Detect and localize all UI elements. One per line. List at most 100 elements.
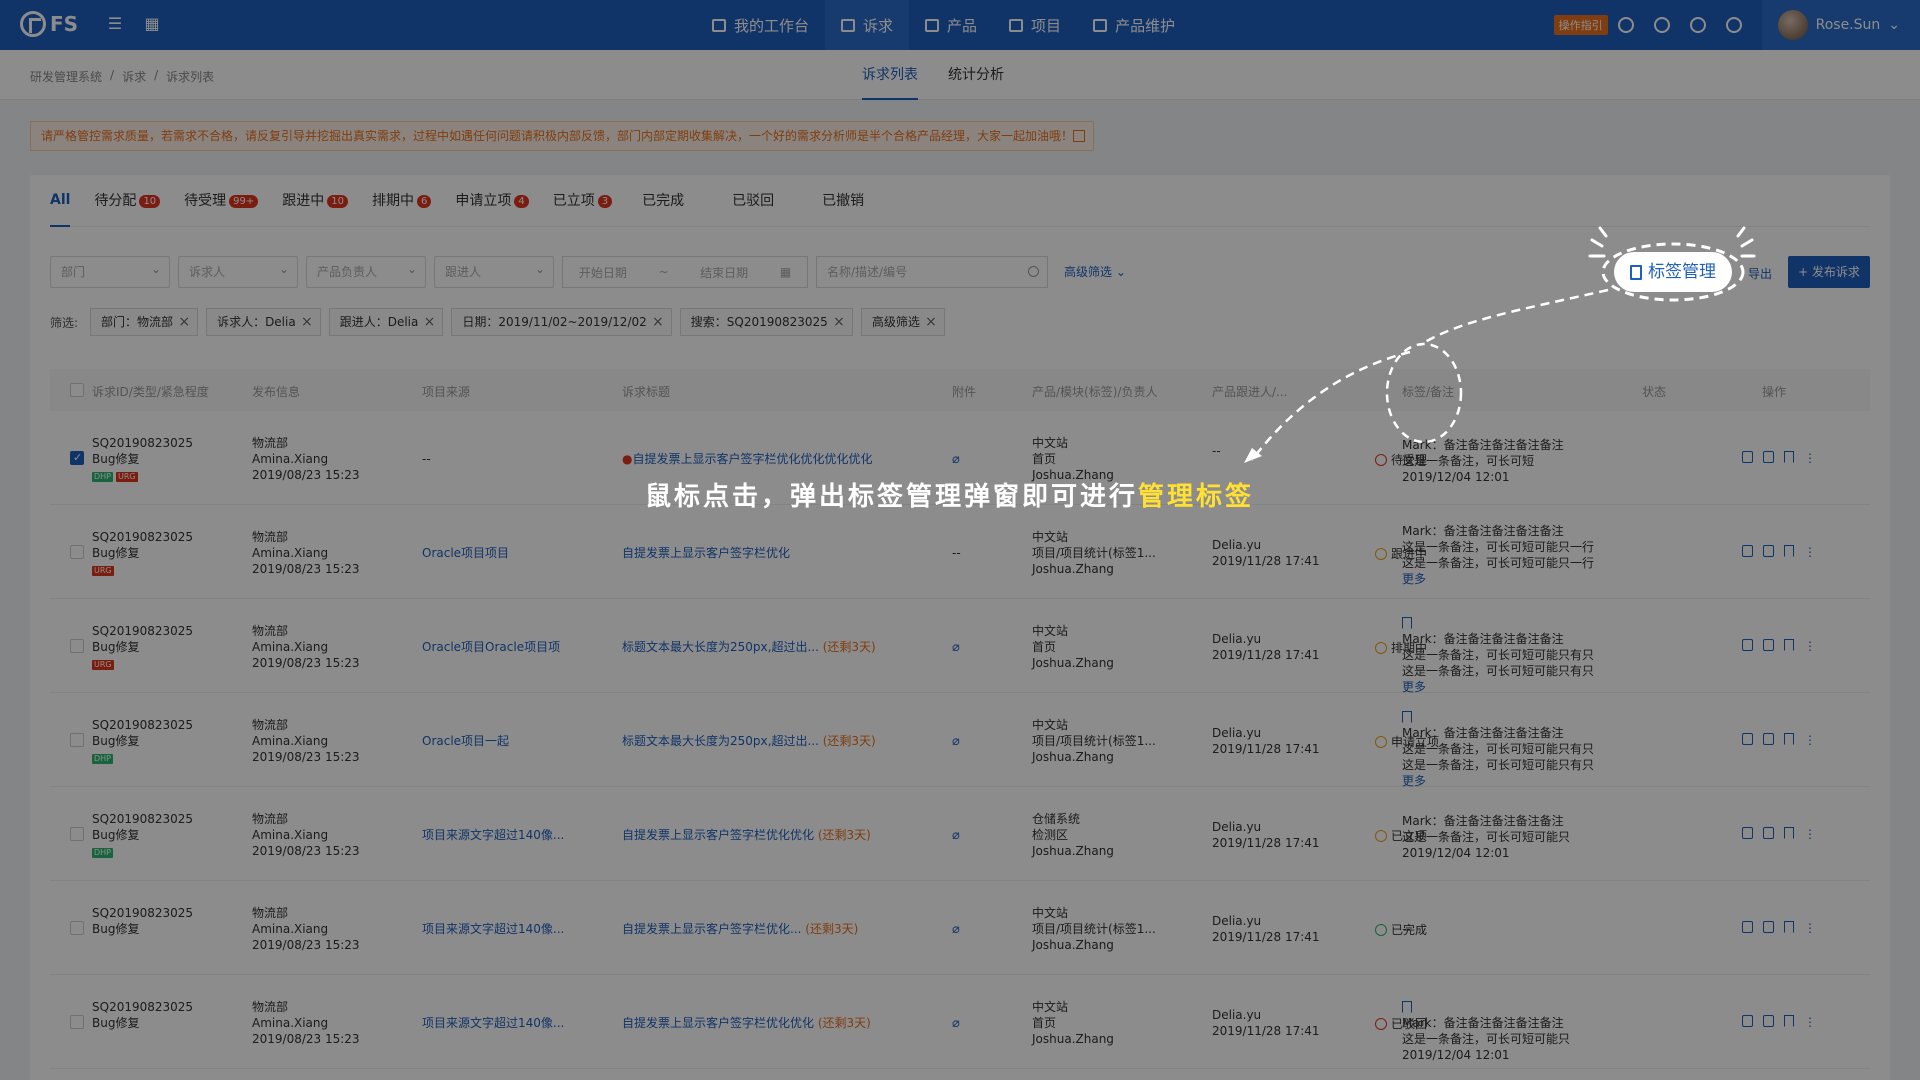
row-checkbox[interactable] xyxy=(70,639,84,653)
date-range-picker[interactable]: 开始日期 ~ 结束日期 ▦ xyxy=(562,256,808,288)
bookmark-icon[interactable] xyxy=(1784,639,1794,651)
edit-icon[interactable] xyxy=(1742,545,1753,557)
edit-icon[interactable] xyxy=(1742,639,1753,651)
table-row[interactable]: SQ20190823025 Bug修复 物流部 Amina.Xiang 2019/08/… xyxy=(50,881,1870,975)
close-icon[interactable]: × xyxy=(424,309,436,335)
request-id[interactable]: SQ20190823025 xyxy=(92,435,193,451)
nav-projects[interactable]: 项目 xyxy=(993,0,1077,50)
product-owner-select[interactable]: 产品负责人 xyxy=(306,254,426,288)
bookmark-icon[interactable] xyxy=(1784,1015,1794,1027)
more-icon[interactable]: ⋮ xyxy=(1804,545,1816,559)
nav-workbench[interactable]: 我的工作台 xyxy=(696,0,825,50)
advanced-filter-link[interactable]: 高级筛选 ⌄ xyxy=(1064,256,1126,288)
export-link[interactable]: 导出 xyxy=(1748,265,1772,282)
row-checkbox[interactable] xyxy=(70,545,84,559)
menu-icon[interactable]: ☰ xyxy=(106,15,124,33)
more-link[interactable]: 更多 xyxy=(1402,571,1594,587)
globe-icon[interactable] xyxy=(1689,17,1706,33)
publish-request-button[interactable]: + 发布诉求 xyxy=(1788,256,1870,288)
status-tab-scheduling[interactable]: 排期中 6 xyxy=(372,175,432,227)
attachment-icon[interactable]: ⌀ xyxy=(952,640,960,655)
assign-user-icon[interactable] xyxy=(1763,451,1774,463)
more-icon[interactable]: ⋮ xyxy=(1804,1015,1816,1029)
request-title-link[interactable]: 自提发票上显示客户签字栏优化... xyxy=(622,922,801,936)
requester-select[interactable]: 诉求人 xyxy=(178,254,298,288)
request-id[interactable]: SQ20190823025 xyxy=(92,999,193,1015)
attachment-icon[interactable]: ⌀ xyxy=(952,922,960,937)
row-checkbox[interactable] xyxy=(70,827,84,841)
project-source[interactable]: Oracle项目一起 xyxy=(422,733,509,749)
table-row[interactable]: SQ20190823025 Bug修复 DHP 物流部 Amina.Xiang 2019/… xyxy=(50,787,1870,881)
row-checkbox[interactable] xyxy=(70,921,84,935)
nav-product-maintenance[interactable]: 产品维护 xyxy=(1077,0,1191,50)
start-date-input[interactable]: 开始日期 xyxy=(579,264,627,281)
dept-select[interactable]: 部门 xyxy=(50,254,170,288)
request-id[interactable]: SQ20190823025 xyxy=(92,811,193,827)
edit-icon[interactable] xyxy=(1742,921,1753,933)
bookmark-icon[interactable] xyxy=(1784,733,1794,745)
project-source[interactable]: Oracle项目Oracle项目项 xyxy=(422,639,560,655)
status-tab-approved[interactable]: 已立项 3 xyxy=(553,175,613,227)
status-tab-all[interactable]: All xyxy=(50,175,71,227)
assign-user-icon[interactable] xyxy=(1763,733,1774,745)
assign-user-icon[interactable] xyxy=(1763,545,1774,557)
status-tab-completed[interactable]: 已完成 xyxy=(642,175,684,227)
more-icon[interactable]: ⋮ xyxy=(1804,921,1816,935)
edit-icon[interactable] xyxy=(1742,451,1753,463)
edit-icon[interactable] xyxy=(1742,827,1753,839)
status-tab-pending-accept[interactable]: 待受理 99+ xyxy=(184,175,259,227)
status-tab-following[interactable]: 跟进中 10 xyxy=(282,175,349,227)
nav-products[interactable]: 产品 xyxy=(909,0,993,50)
project-source[interactable]: 项目来源文字超过140像... xyxy=(422,1015,564,1031)
assign-user-icon[interactable] xyxy=(1763,639,1774,651)
row-checkbox[interactable] xyxy=(70,733,84,747)
status-tab-rejected[interactable]: 已驳回 xyxy=(732,175,774,227)
assign-user-icon[interactable] xyxy=(1763,827,1774,839)
col-publish-info[interactable]: 发布信息 xyxy=(252,383,300,400)
table-row[interactable]: SQ20190823025 Bug修复 URG 物流部 Amina.Xiang 2019/… xyxy=(50,599,1870,694)
project-source[interactable]: 项目来源文字超过140像... xyxy=(422,827,564,843)
request-title-link[interactable]: 标题文本最大长度为250px,超过出... xyxy=(622,734,819,748)
breadcrumb-root[interactable]: 研发管理系统 xyxy=(30,68,102,85)
request-id[interactable]: SQ20190823025 xyxy=(92,623,193,639)
request-id[interactable]: SQ20190823025 xyxy=(92,529,193,545)
request-title-link[interactable]: 标题文本最大长度为250px,超过出... xyxy=(622,640,819,654)
user-menu[interactable]: Rose.Sun ⌄ xyxy=(1761,0,1920,50)
project-source[interactable]: Oracle项目项目 xyxy=(422,545,509,561)
follower-select[interactable]: 跟进人 xyxy=(434,254,554,288)
request-id[interactable]: SQ20190823025 xyxy=(92,905,193,921)
attachment-icon[interactable]: ⌀ xyxy=(952,734,960,749)
guide-badge[interactable]: 操作指引 xyxy=(1553,15,1608,35)
edit-icon[interactable] xyxy=(1742,733,1753,745)
app-grid-icon[interactable]: ▦ xyxy=(143,15,161,33)
tag-flag-icon[interactable] xyxy=(1402,1001,1412,1013)
row-checkbox[interactable] xyxy=(70,1015,84,1029)
bookmark-icon[interactable] xyxy=(1784,451,1794,463)
row-checkbox[interactable] xyxy=(70,451,84,465)
close-icon[interactable] xyxy=(1073,130,1085,142)
table-row[interactable]: SQ20190823025 Bug修复 DHP 物流部 Amina.Xiang 2019/… xyxy=(50,693,1870,788)
tab-request-list[interactable]: 诉求列表 xyxy=(862,50,918,100)
close-icon[interactable]: × xyxy=(178,309,190,335)
tag-flag-icon[interactable] xyxy=(1402,617,1412,629)
select-all-checkbox[interactable] xyxy=(70,383,84,397)
request-title-link[interactable]: 自提发票上显示客户签字栏优化优化 xyxy=(622,828,814,842)
logo[interactable]: FS xyxy=(20,11,78,37)
more-icon[interactable]: ⋮ xyxy=(1804,451,1816,465)
settings-icon[interactable] xyxy=(1725,17,1742,33)
table-row[interactable]: SQ20190823025 Bug修复 物流部 Amina.Xiang 2019/08/… xyxy=(50,975,1870,1069)
close-icon[interactable]: × xyxy=(301,309,313,335)
search-input[interactable]: 名称/描述/编号 xyxy=(816,256,1048,288)
close-icon[interactable]: × xyxy=(925,309,937,335)
breadcrumb-requests[interactable]: 诉求 xyxy=(122,68,146,85)
close-icon[interactable]: × xyxy=(833,309,845,335)
refresh-icon[interactable] xyxy=(1653,17,1670,33)
nav-requests[interactable]: 诉求 xyxy=(825,0,910,50)
end-date-input[interactable]: 结束日期 xyxy=(700,264,748,281)
more-icon[interactable]: ⋮ xyxy=(1804,827,1816,841)
request-id[interactable]: SQ20190823025 xyxy=(92,717,193,733)
attachment-icon[interactable]: ⌀ xyxy=(952,828,960,843)
request-title-link[interactable]: 自提发票上显示客户签字栏优化优化优化优化 xyxy=(632,452,872,466)
more-icon[interactable]: ⋮ xyxy=(1804,639,1816,653)
table-row[interactable]: SQ20190823025 Bug修复 URG 物流部 Amina.Xiang 2019/… xyxy=(50,505,1870,599)
